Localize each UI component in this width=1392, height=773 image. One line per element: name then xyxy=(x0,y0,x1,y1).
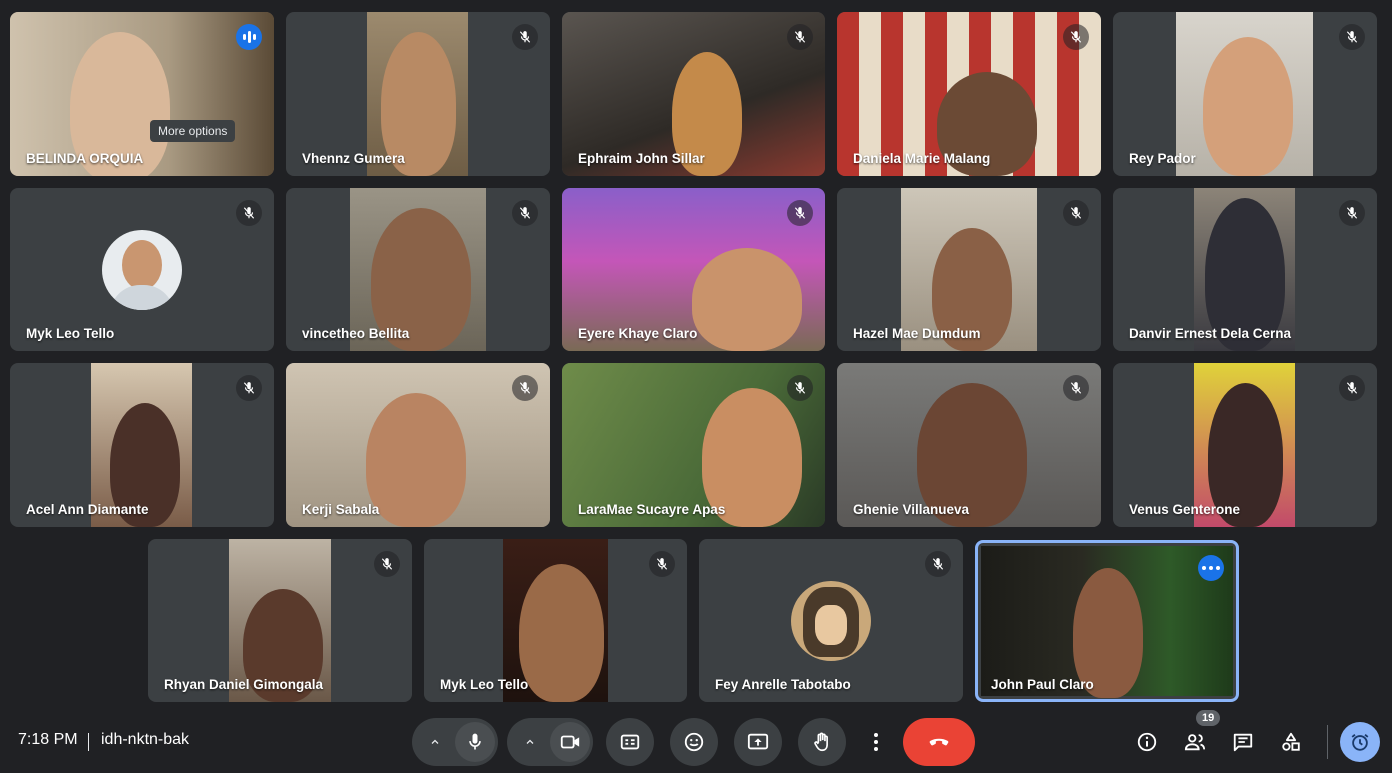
emoji-icon xyxy=(684,732,704,752)
participant-name: BELINDA ORQUIA xyxy=(26,151,144,166)
chevron-up-icon[interactable] xyxy=(415,736,455,748)
participant-name: LaraMae Sucayre Apas xyxy=(578,502,726,517)
participant-tile-fey[interactable]: Fey Anrelle Tabotabo xyxy=(699,539,963,702)
participant-tile-vincetheo[interactable]: vincetheo Bellita xyxy=(286,188,550,351)
participant-tile-rey[interactable]: Rey Pador xyxy=(1113,12,1377,176)
participant-video xyxy=(692,248,802,351)
mic-off-icon xyxy=(1063,24,1089,50)
participant-name: Ephraim John Sillar xyxy=(578,151,705,166)
emoji-button[interactable] xyxy=(670,718,718,766)
mic-off-icon xyxy=(1339,200,1365,226)
chat-button[interactable] xyxy=(1230,729,1256,755)
participant-name: Acel Ann Diamante xyxy=(26,502,149,517)
participant-name: Rey Pador xyxy=(1129,151,1196,166)
participant-name: vincetheo Bellita xyxy=(302,326,410,341)
mic-off-icon xyxy=(787,24,813,50)
participant-name: Myk Leo Tello xyxy=(440,677,529,692)
people-button[interactable] xyxy=(1182,729,1208,755)
participant-tile-eyere[interactable]: Eyere Khaye Claro xyxy=(562,188,825,351)
participant-name: Fey Anrelle Tabotabo xyxy=(715,677,851,692)
camera-icon[interactable] xyxy=(550,722,590,762)
participant-tile-laramae[interactable]: LaraMae Sucayre Apas xyxy=(562,363,825,527)
leave-call-button[interactable] xyxy=(903,718,975,766)
mic-off-icon xyxy=(236,200,262,226)
participant-tile-hazel[interactable]: Hazel Mae Dumdum xyxy=(837,188,1101,351)
mic-off-icon xyxy=(512,200,538,226)
people-icon xyxy=(1184,734,1206,751)
more-options-tooltip: More options xyxy=(150,120,236,142)
participant-tile-venus[interactable]: Venus Genterone xyxy=(1113,363,1377,527)
participant-name: Rhyan Daniel Gimongala xyxy=(164,677,324,692)
participant-name: Eyere Khaye Claro xyxy=(578,326,698,341)
camera-control[interactable] xyxy=(507,718,593,766)
participant-tile-myk-1[interactable]: Myk Leo Tello xyxy=(10,188,274,351)
participant-tile-myk-2[interactable]: Myk Leo Tello xyxy=(424,539,687,702)
mic-off-icon xyxy=(925,551,951,577)
info-button[interactable] xyxy=(1134,729,1160,755)
mic-off-icon xyxy=(1063,375,1089,401)
mic-off-icon xyxy=(649,551,675,577)
participant-tile-rhyan[interactable]: Rhyan Daniel Gimongala xyxy=(148,539,412,702)
divider xyxy=(1327,725,1328,759)
participant-name: Vhennz Gumera xyxy=(302,151,405,166)
avatar xyxy=(102,229,182,310)
participant-name: Daniela Marie Malang xyxy=(853,151,991,166)
mic-off-icon xyxy=(787,200,813,226)
mic-off-icon xyxy=(1339,24,1365,50)
participant-name: Hazel Mae Dumdum xyxy=(853,326,981,341)
participant-name: Danvir Ernest Dela Cerna xyxy=(1129,326,1292,341)
mic-off-icon xyxy=(374,551,400,577)
divider xyxy=(88,733,89,751)
present-button[interactable] xyxy=(734,718,782,766)
participant-tile-danvir[interactable]: Danvir Ernest Dela Cerna xyxy=(1113,188,1377,351)
participant-tile-belinda[interactable]: More options BELINDA ORQUIA xyxy=(10,12,274,176)
timer-button[interactable] xyxy=(1340,722,1380,762)
participant-tile-acel[interactable]: Acel Ann Diamante xyxy=(10,363,274,527)
mic-off-icon xyxy=(512,375,538,401)
activities-icon xyxy=(1282,732,1300,751)
speaking-indicator-icon xyxy=(236,24,262,50)
participant-name: Ghenie Villanueva xyxy=(853,502,970,517)
participant-name: Kerji Sabala xyxy=(302,502,380,517)
mic-off-icon xyxy=(787,375,813,401)
activities-button[interactable] xyxy=(1278,729,1304,755)
participant-tile-self[interactable]: John Paul Claro xyxy=(975,540,1239,702)
mic-off-icon xyxy=(236,375,262,401)
participant-name: Myk Leo Tello xyxy=(26,326,115,341)
participant-name: Venus Genterone xyxy=(1129,502,1241,517)
captions-button[interactable] xyxy=(606,718,654,766)
participant-tile-ghenie[interactable]: Ghenie Villanueva xyxy=(837,363,1101,527)
info-icon xyxy=(1137,732,1157,752)
participant-tile-ephraim[interactable]: Ephraim John Sillar xyxy=(562,12,825,176)
captions-icon xyxy=(620,734,640,750)
participant-name: John Paul Claro xyxy=(991,677,1094,692)
present-icon xyxy=(747,733,769,750)
participant-tile-vhennz[interactable]: Vhennz Gumera xyxy=(286,12,550,176)
chat-icon xyxy=(1233,733,1253,752)
participant-tile-kerji[interactable]: Kerji Sabala xyxy=(286,363,550,527)
mic-off-icon xyxy=(1063,200,1089,226)
more-options-button[interactable] xyxy=(862,718,890,766)
avatar xyxy=(791,580,871,661)
raise-hand-button[interactable] xyxy=(798,718,846,766)
hand-icon xyxy=(814,732,828,752)
end-call-icon xyxy=(929,738,949,746)
mic-control[interactable] xyxy=(412,718,498,766)
participant-video xyxy=(519,564,604,702)
chevron-up-icon[interactable] xyxy=(510,736,550,748)
mic-off-icon xyxy=(512,24,538,50)
mic-off-icon xyxy=(1339,375,1365,401)
participant-video xyxy=(1203,37,1293,176)
more-options-button[interactable] xyxy=(1198,555,1224,581)
timer-icon xyxy=(1351,733,1369,751)
participant-video xyxy=(366,393,466,527)
clock: 7:18 PM xyxy=(18,731,78,748)
more-vert-icon xyxy=(874,733,878,751)
mic-icon[interactable] xyxy=(455,722,495,762)
meeting-code: idh-nktn-bak xyxy=(101,731,190,748)
participant-tile-daniela[interactable]: Daniela Marie Malang xyxy=(837,12,1101,176)
people-count-badge: 19 xyxy=(1196,710,1221,726)
